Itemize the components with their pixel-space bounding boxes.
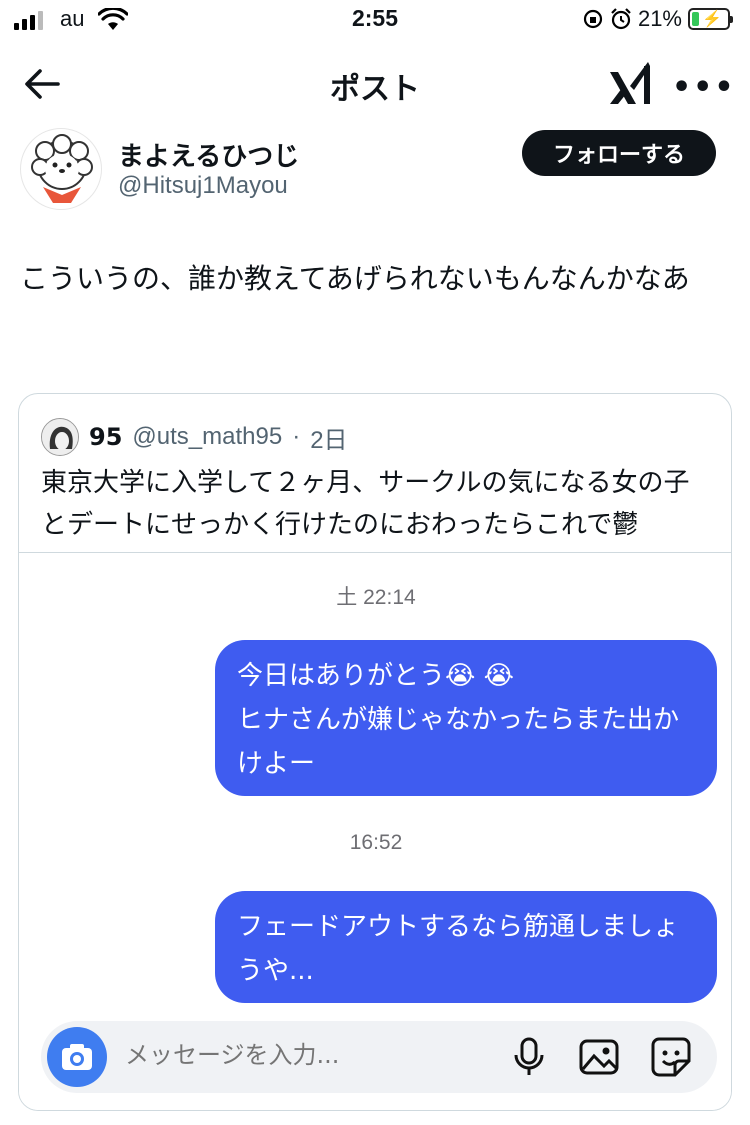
- message-input[interactable]: [125, 1041, 465, 1069]
- message-composer: [41, 1021, 717, 1093]
- chat-bubble-sent: フェードアウトするなら筋通しましょうや...: [215, 891, 717, 1003]
- battery-percent: 21%: [637, 6, 682, 31]
- screen-rotation-lock-icon: [583, 9, 603, 29]
- charging-bolt-icon: ⚡: [702, 11, 722, 28]
- quoted-author-avatar: [41, 418, 79, 456]
- sticker-icon[interactable]: [649, 1035, 693, 1079]
- more-horizontal-icon[interactable]: •••: [672, 70, 736, 105]
- quoted-post[interactable]: 95 @uts_math95 · 2日 東京大学に入学して２ヶ月、サークルの気に…: [18, 393, 732, 1111]
- camera-icon: [62, 1044, 92, 1070]
- quoted-post-age: 2日: [310, 426, 348, 454]
- battery-icon: ⚡: [688, 8, 733, 30]
- status-bar: au 2:55 21% ⚡: [0, 0, 750, 42]
- alarm-icon: [611, 8, 631, 30]
- image-icon[interactable]: [577, 1035, 621, 1079]
- chat-bubble-sent: 今日はありがとう😭 😭 ヒナさんが嫌じゃなかったらまた出かけよー: [215, 640, 717, 796]
- quoted-post-header: 95 @uts_math95 · 2日: [41, 418, 348, 456]
- attached-chat-screenshot[interactable]: 土 22:14 今日はありがとう😭 😭 ヒナさんが嫌じゃなかったらまた出かけよー…: [19, 553, 731, 1110]
- chat-timestamp: 土 22:14: [336, 586, 416, 609]
- quoted-post-text: 東京大学に入学して２ヶ月、サークルの気になる女の子とデートにせっかく行けたのにお…: [41, 468, 690, 540]
- post-text: こういうの、誰か教えてあげられないもんなんかなあ: [20, 262, 690, 295]
- quoted-author-handle: @uts_math95: [132, 423, 283, 450]
- author-name[interactable]: まよえるひつじ: [118, 136, 299, 173]
- follow-button[interactable]: フォローする: [522, 130, 716, 176]
- microphone-icon[interactable]: [507, 1035, 551, 1079]
- author-avatar[interactable]: [20, 128, 102, 210]
- quoted-author-name: 95: [89, 423, 123, 451]
- grok-icon[interactable]: [606, 58, 654, 108]
- chat-timestamp: 16:52: [349, 831, 403, 854]
- quoted-separator: ·: [292, 423, 301, 450]
- author-handle[interactable]: @Hitsuj1Mayou: [118, 172, 288, 200]
- battery-fill: [692, 12, 700, 26]
- top-navigation: ポスト •••: [0, 50, 750, 116]
- camera-button[interactable]: [47, 1027, 107, 1087]
